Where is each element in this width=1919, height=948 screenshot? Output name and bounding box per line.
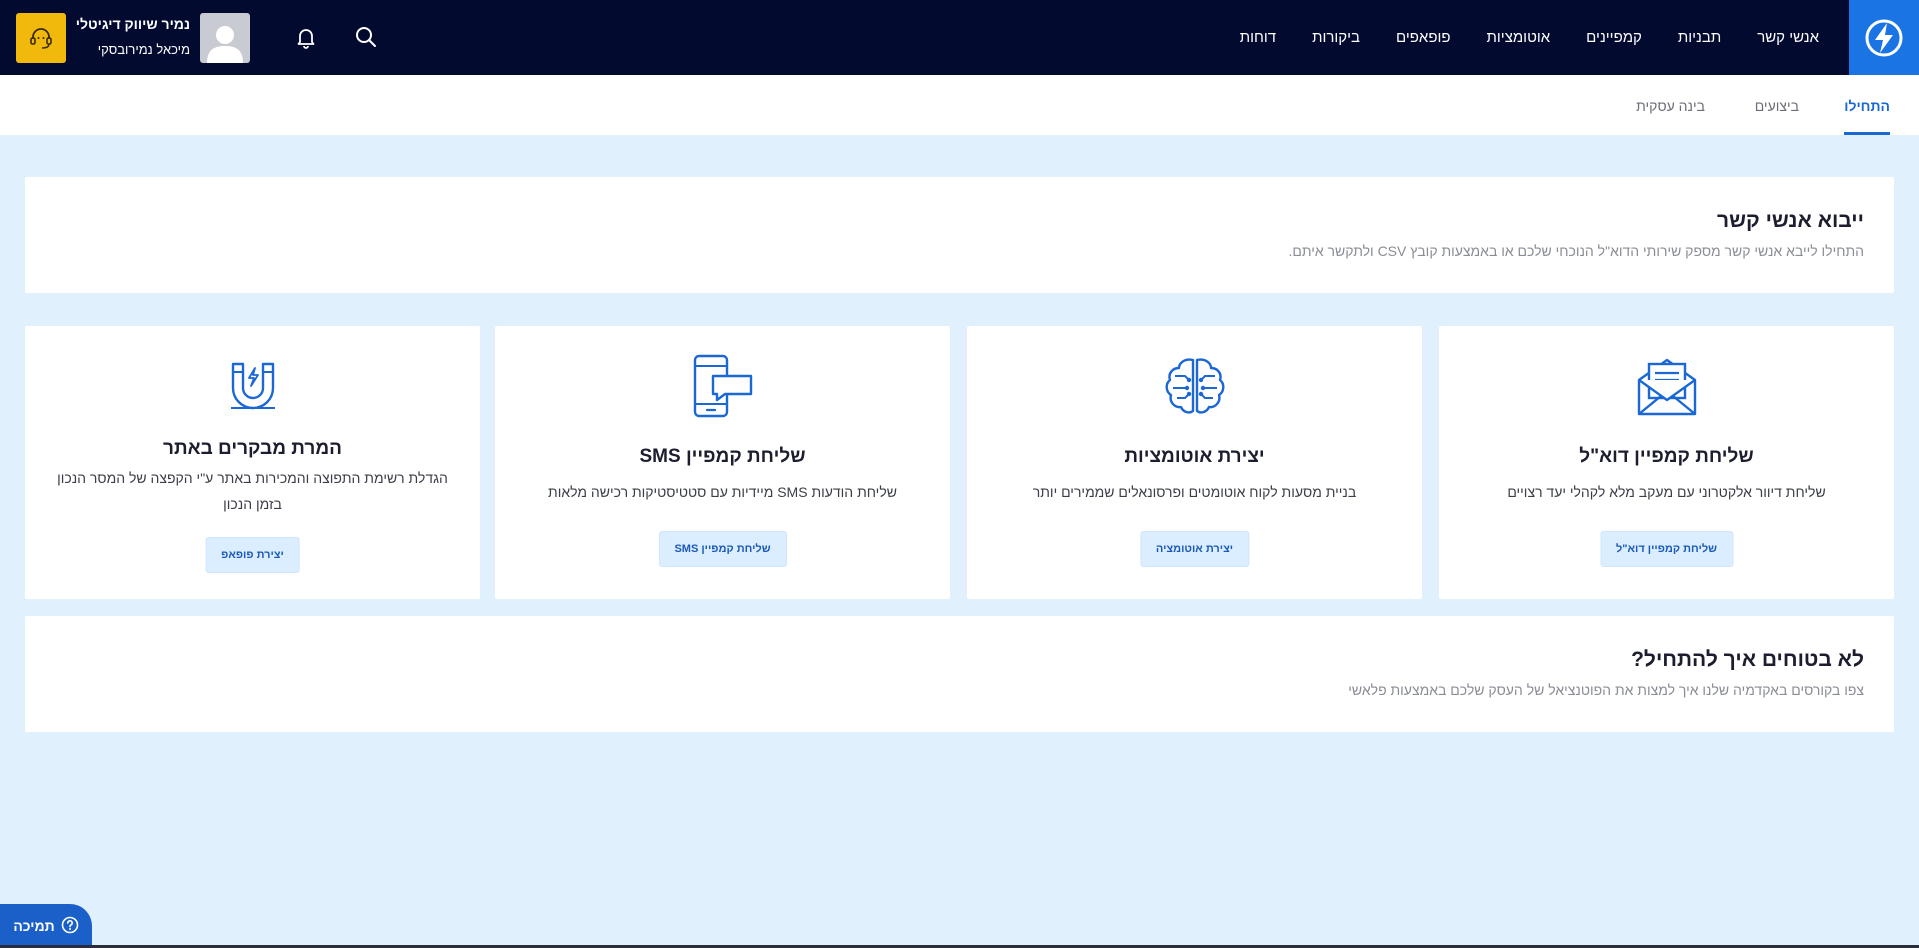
website-conversion-title: המרת מבקרים באתר xyxy=(163,438,342,459)
main-nav: אנשי קשר תבניות קמפיינים אוטומציות פופאפ… xyxy=(1240,0,1819,75)
sms-campaign-title: שליחת קמפיין SMS xyxy=(639,446,806,467)
help-title: לא בטוחים איך להתחיל? xyxy=(1631,648,1864,671)
bell-icon[interactable] xyxy=(289,20,323,54)
tab-business-intelligence[interactable]: בינה עסקית xyxy=(1636,75,1705,135)
automations-card: יצירת אוטומציות בניית מסעות לקוח אוטומטי… xyxy=(967,326,1422,599)
envelope-icon xyxy=(1635,354,1699,423)
tab-performance[interactable]: ביצועים xyxy=(1755,75,1799,135)
user-avatar-icon[interactable] xyxy=(200,13,250,63)
email-campaign-description: שליחת דיוור אלקטרוני עם מעקב מלא לקהלי י… xyxy=(1507,484,1826,500)
nav-item-popups[interactable]: פופאפים xyxy=(1396,29,1451,46)
top-navigation-bar: אנשי קשר תבניות קמפיינים אוטומציות פופאפ… xyxy=(0,0,1919,75)
automations-title: יצירת אוטומציות xyxy=(1124,446,1265,467)
headset-icon[interactable] xyxy=(16,13,66,63)
search-icon[interactable] xyxy=(349,20,383,54)
account-info[interactable]: נמיר שיווק דיגיטלי מיכאל נמירובסקי xyxy=(70,14,190,60)
mobile-message-icon xyxy=(691,354,755,423)
sms-campaign-description: שליחת הודעות SMS מיידיות עם סטטיסטיקות ר… xyxy=(548,484,897,500)
sub-tabs: התחילו ביצועים בינה עסקית xyxy=(0,75,1919,135)
support-button[interactable]: תמיכה xyxy=(0,904,92,948)
magnet-icon xyxy=(229,362,277,415)
account-name: נמיר שיווק דיגיטלי xyxy=(75,16,190,32)
create-automation-button[interactable]: יצירת אוטומציה xyxy=(1139,531,1250,567)
account-user-name: מיכאל נמירובסקי xyxy=(97,42,190,57)
send-sms-campaign-button[interactable]: שליחת קמפיין SMS xyxy=(658,531,787,567)
support-label: תמיכה xyxy=(13,918,55,934)
brain-icon xyxy=(1163,354,1227,423)
nav-item-automations[interactable]: אוטומציות xyxy=(1487,29,1551,46)
quick-start-cards: שליחת קמפיין דוא"ל שליחת דיוור אלקטרוני … xyxy=(25,326,1894,599)
tab-get-started[interactable]: התחילו xyxy=(1844,75,1890,135)
website-conversion-description: הגדלת רשימת התפוצה והמכירות באתר ע"י הקפ… xyxy=(57,470,448,512)
nav-item-templates[interactable]: תבניות xyxy=(1678,29,1721,46)
help-subtitle: צפו בקורסים באקדמיה שלנו איך למצות את הפ… xyxy=(1348,682,1864,698)
nav-item-contacts[interactable]: אנשי קשר xyxy=(1757,29,1819,46)
send-email-campaign-button[interactable]: שליחת קמפיין דוא"ל xyxy=(1600,531,1733,567)
sms-campaign-card: שליחת קמפיין SMS שליחת הודעות SMS מיידיו… xyxy=(495,326,950,599)
email-campaign-title: שליחת קמפיין דוא"ל xyxy=(1579,446,1754,467)
import-contacts-subtitle: התחילו לייבא אנשי קשר מספק שירותי הדוא"ל… xyxy=(1288,243,1864,259)
question-circle-icon xyxy=(61,916,79,937)
lightning-logo-icon[interactable] xyxy=(1849,0,1919,75)
import-contacts-title: ייבוא אנשי קשר xyxy=(1717,209,1864,232)
nav-item-reports[interactable]: דוחות xyxy=(1240,29,1276,46)
nav-item-reviews[interactable]: ביקורות xyxy=(1312,29,1360,46)
website-conversion-card: המרת מבקרים באתר הגדלת רשימת התפוצה והמכ… xyxy=(25,326,480,599)
getting-started-help-panel[interactable]: לא בטוחים איך להתחיל? צפו בקורסים באקדמי… xyxy=(25,616,1894,732)
nav-item-campaigns[interactable]: קמפיינים xyxy=(1586,29,1642,46)
automations-description: בניית מסעות לקוח אוטומטים ופרסונאלים שממ… xyxy=(1032,484,1357,500)
import-contacts-panel[interactable]: ייבוא אנשי קשר התחילו לייבא אנשי קשר מספ… xyxy=(25,177,1894,293)
email-campaign-card: שליחת קמפיין דוא"ל שליחת דיוור אלקטרוני … xyxy=(1439,326,1894,599)
create-popup-button[interactable]: יצירת פופאפ xyxy=(205,537,300,573)
